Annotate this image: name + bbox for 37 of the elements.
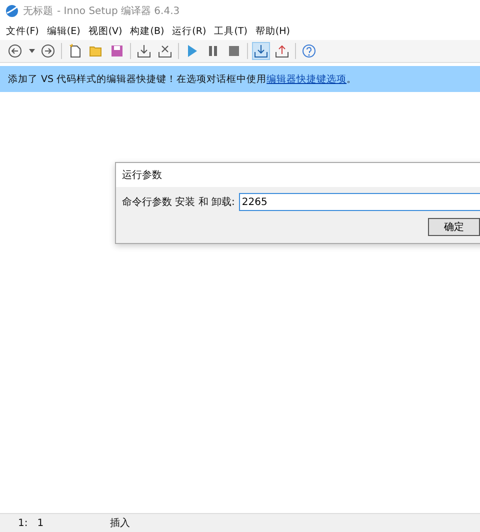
dialog-title: 运行参数 [116, 163, 480, 187]
insert-mode: 插入 [110, 516, 130, 530]
menu-item[interactable]: 构建(B) [126, 24, 168, 38]
menu-item[interactable]: 编辑(E) [42, 24, 84, 38]
window-title: - Inno Setup 编译器 6.4.3 [57, 4, 180, 18]
cancel-compile-icon [158, 44, 172, 58]
stop-icon [227, 44, 241, 58]
field-label: 命令行参数 安装 和 卸载: [122, 196, 235, 209]
menu-item[interactable]: 文件(F) [2, 24, 43, 38]
forward-icon [41, 44, 55, 58]
menu-item[interactable]: 视图(V) [84, 24, 126, 38]
parameters-field[interactable]: 2265 [238, 193, 480, 211]
banner-text: 添加了 VS 代码样式的编辑器快捷键！在选项对话框中使用编辑器快捷键选项。 [8, 72, 357, 86]
options-link[interactable]: 编辑器快捷键选项 [266, 74, 347, 84]
save-icon [110, 44, 124, 58]
ok-button[interactable]: 确定 [428, 218, 480, 236]
menu-item[interactable]: 工具(T) [210, 24, 252, 38]
window-title: 无标题 [23, 4, 53, 18]
help-icon [302, 44, 316, 58]
caret-icon [28, 49, 34, 53]
toolbar-button[interactable] [39, 42, 57, 60]
app-logo-icon [5, 4, 19, 18]
toolbar-button[interactable] [252, 42, 270, 60]
menu-item[interactable]: 帮助(H) [251, 24, 294, 38]
upload-tray-icon [275, 44, 289, 58]
play-icon [185, 44, 199, 58]
toolbar-button[interactable] [300, 42, 318, 60]
menu-item[interactable]: 运行(R) [168, 24, 210, 38]
toolbar-button[interactable] [6, 42, 24, 60]
download-tray-icon [254, 44, 268, 58]
back-icon [8, 44, 22, 58]
compile-icon [137, 44, 151, 58]
new-file-icon [68, 44, 82, 58]
pause-icon [206, 44, 220, 58]
folder-icon [89, 44, 103, 58]
cursor-position: 1: 1 [17, 518, 45, 528]
toolbar-button[interactable] [135, 42, 153, 60]
